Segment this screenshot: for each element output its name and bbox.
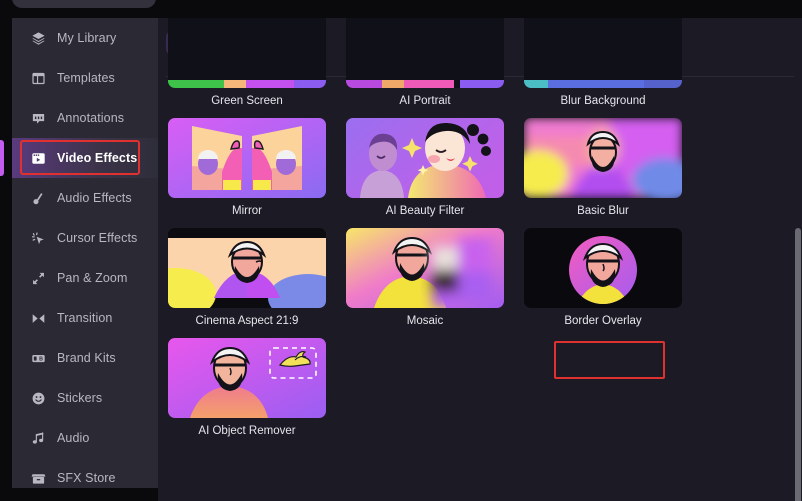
sidebar-item-label: SFX Store <box>57 471 116 485</box>
effect-thumbnail <box>524 18 682 88</box>
effect-label: AI Beauty Filter <box>385 205 465 217</box>
effect-label: Green Screen <box>211 95 283 107</box>
smiley-icon <box>30 390 46 406</box>
effect-card-border-overlay[interactable]: Border Overlay <box>524 228 682 327</box>
sidebar-item-label: Brand Kits <box>57 351 116 365</box>
sidebar-item-pan-zoom[interactable]: Pan & Zoom <box>12 258 158 298</box>
effect-card-ai-object-remover[interactable]: AI Object Remover <box>168 338 326 437</box>
effect-card-ai-beauty-filter[interactable]: AI Beauty Filter <box>346 118 504 217</box>
effect-thumbnail <box>346 118 504 198</box>
sidebar-item-my-library[interactable]: My Library <box>12 18 158 58</box>
effect-card-basic-blur[interactable]: Basic Blur <box>524 118 682 217</box>
sidebar-item-label: Annotations <box>57 111 125 125</box>
effect-label: AI Object Remover <box>198 425 296 437</box>
sidebar-item-label: Video Effects <box>57 151 138 165</box>
scrollbar-track[interactable] <box>794 80 802 501</box>
sidebar-item-label: Cursor Effects <box>57 231 138 245</box>
effects-row: Cinema Aspect 21:9 Mosaic Border Overlay <box>168 228 798 327</box>
sidebar-item-label: My Library <box>57 31 117 45</box>
template-icon <box>30 70 46 86</box>
effects-grid: Green Screen AI Portrait Blur Background… <box>168 18 798 448</box>
video-effect-icon <box>30 150 46 166</box>
pan-zoom-icon <box>30 270 46 286</box>
sidebar-item-audio-effects[interactable]: Audio Effects <box>12 178 158 218</box>
sidebar-item-transition[interactable]: Transition <box>12 298 158 338</box>
sidebar-item-label: Stickers <box>57 391 103 405</box>
effect-thumbnail <box>346 18 504 88</box>
sidebar-item-label: Audio <box>57 431 90 445</box>
effects-row: Green Screen AI Portrait Blur Background <box>168 18 798 107</box>
speech-bubble-icon <box>30 110 46 126</box>
sidebar-item-label: Pan & Zoom <box>57 271 128 285</box>
svg-text:B: B <box>39 356 43 362</box>
sidebar-item-brand-kits[interactable]: B Brand Kits <box>12 338 158 378</box>
effect-label: Blur Background <box>560 95 646 107</box>
effect-label: Mosaic <box>406 315 444 327</box>
effect-card-cinema-aspect[interactable]: Cinema Aspect 21:9 <box>168 228 326 327</box>
brand-kit-icon: B <box>30 350 46 366</box>
layers-icon <box>30 30 46 46</box>
effect-label: Mirror <box>231 205 263 217</box>
app-root: My Library Templates Annotations Video E… <box>0 0 802 501</box>
sidebar-item-cursor-effects[interactable]: Cursor Effects <box>12 218 158 258</box>
effect-thumbnail <box>168 228 326 308</box>
effect-card-mosaic[interactable]: Mosaic <box>346 228 504 327</box>
effect-card-blur-background[interactable]: Blur Background <box>524 18 682 107</box>
sidebar-item-label: Transition <box>57 311 113 325</box>
audio-note-icon <box>30 190 46 206</box>
effect-card-green-screen[interactable]: Green Screen <box>168 18 326 107</box>
sidebar-item-audio[interactable]: Audio <box>12 418 158 458</box>
main-panel: Video Effect Filter G <box>158 18 802 501</box>
effect-label: Border Overlay <box>564 315 642 327</box>
effect-label: Cinema Aspect 21:9 <box>195 315 299 327</box>
effect-thumbnail <box>524 118 682 198</box>
effects-row: AI Object Remover <box>168 338 798 437</box>
effect-thumbnail <box>168 18 326 88</box>
sidebar-item-label: Audio Effects <box>57 191 132 205</box>
sidebar-item-templates[interactable]: Templates <box>12 58 158 98</box>
sidebar-item-annotations[interactable]: Annotations <box>12 98 158 138</box>
effect-card-ai-portrait[interactable]: AI Portrait <box>346 18 504 107</box>
effect-label: AI Portrait <box>399 95 451 107</box>
effect-card-mirror[interactable]: Mirror <box>168 118 326 217</box>
effect-thumbnail <box>524 228 682 308</box>
effect-label: Basic Blur <box>577 205 629 217</box>
effect-thumbnail <box>168 338 326 418</box>
music-note-icon <box>30 430 46 446</box>
store-icon <box>30 470 46 486</box>
transition-icon <box>30 310 46 326</box>
effect-thumbnail <box>346 228 504 308</box>
sidebar: My Library Templates Annotations Video E… <box>0 18 158 488</box>
sidebar-item-sfx-store[interactable]: SFX Store <box>12 458 158 498</box>
effects-row: Mirror AI Beauty Filter Basic Blur <box>168 118 798 217</box>
sidebar-item-stickers[interactable]: Stickers <box>12 378 158 418</box>
sidebar-item-video-effects[interactable]: Video Effects <box>0 138 158 178</box>
window-chrome-chip <box>12 0 156 8</box>
effect-thumbnail <box>168 118 326 198</box>
sidebar-item-label: Templates <box>57 71 115 85</box>
scrollbar-thumb[interactable] <box>795 228 801 501</box>
cursor-icon <box>30 230 46 246</box>
